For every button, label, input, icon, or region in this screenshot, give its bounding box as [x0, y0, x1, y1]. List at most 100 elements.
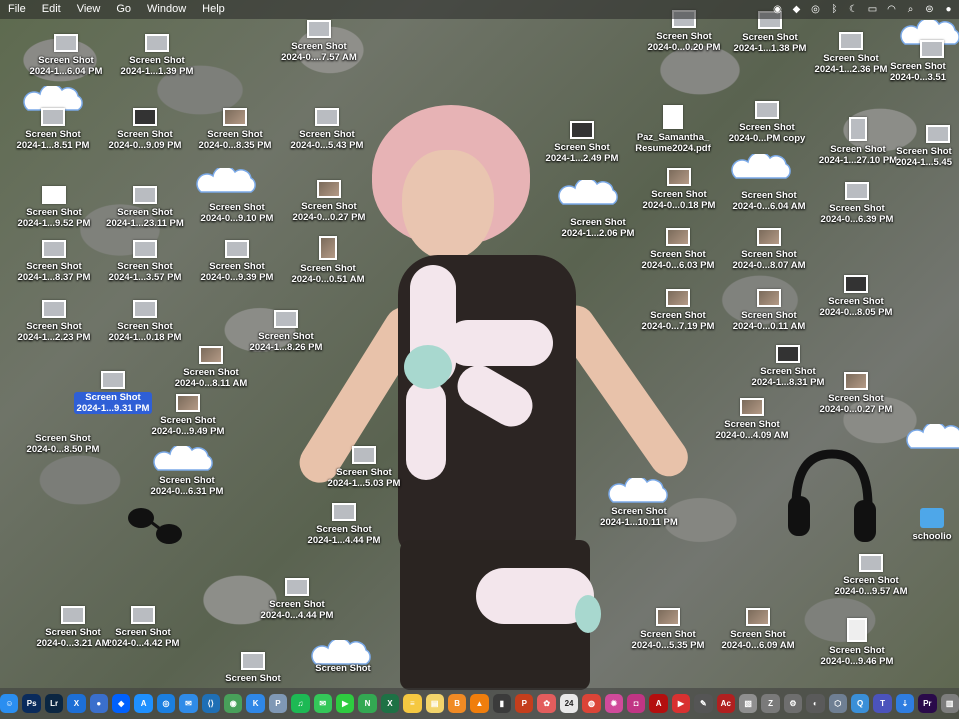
desktop-file[interactable]: Screen Shot 2024-0...8.35 PM [190, 108, 280, 151]
desktop-file[interactable]: Screen Shot 2024-0...8.11 AM [166, 346, 256, 389]
desktop-file[interactable]: Screen Shot 2024-1...8.37 PM [9, 240, 99, 283]
desktop-file[interactable]: Screen Shot 2024-1...2.36 PM [806, 32, 896, 75]
dock-app-preview[interactable]: P [268, 694, 288, 713]
focus-moon-icon[interactable]: ☾ [847, 3, 860, 16]
desktop-file[interactable]: Screen Shot 2024-0...3.21 AM [28, 606, 118, 649]
adobe-cc-icon[interactable]: ◉ [771, 3, 784, 16]
dock-app-pdf-reader[interactable]: ▶ [671, 694, 691, 713]
desktop-file-pdf[interactable]: Paz_Samantha_ Resume2024.pdf [628, 105, 718, 154]
dock-app-premiere-pro[interactable]: Pr [918, 694, 937, 713]
desktop-file[interactable]: Screen Shot 2024-0...9.46 PM [812, 618, 902, 667]
dock-app-system-preferences[interactable]: ⚙ [783, 694, 803, 713]
menu-help[interactable]: Help [194, 0, 233, 19]
dock-app-calendar[interactable]: 24 [559, 694, 579, 713]
menu-go[interactable]: Go [108, 0, 139, 19]
dock-app-script-editor[interactable]: ✎ [694, 694, 713, 713]
desktop-folder-schoolio[interactable]: schoolio [887, 508, 959, 542]
desktop-file[interactable]: Screen Shot 2024-0...6.39 PM [812, 182, 902, 225]
desktop-file[interactable]: Screen Shot 2024-0...9.57 AM [826, 554, 916, 597]
dock-app-photoshop[interactable]: Ps [22, 694, 41, 713]
desktop-file[interactable]: Screen Shot 2024-1...9.52 PM [9, 186, 99, 229]
desktop-file[interactable]: Screen Shot 2024-0...4.09 AM [707, 398, 797, 441]
dock-app-books[interactable]: B [447, 694, 467, 713]
dock-app-chrome-canary[interactable]: ● [89, 694, 109, 713]
desktop-file[interactable]: Screen Shot 2024-0...8.05 PM [811, 275, 901, 318]
dock-app-excel[interactable]: X [380, 694, 400, 713]
dock-app-acrobat-distiller[interactable]: Ac [716, 694, 735, 713]
desktop-file[interactable]: Screen Shot 2024-0...5.43 PM [282, 108, 372, 151]
dock-app-numbers[interactable]: N [358, 694, 377, 713]
dock-app-powerpoint[interactable]: P [515, 694, 534, 713]
desktop-file[interactable]: Screen Shot 2024-0...7.19 PM [633, 289, 723, 332]
dock-app-finder[interactable]: ☺ [0, 694, 19, 713]
spotlight-icon[interactable]: ⌕ [904, 3, 917, 16]
desktop-file[interactable]: Screen Shot 2024-0...9.39 PM [192, 240, 282, 283]
desktop-file[interactable]: Screen Shot 2024-1...5.45 [896, 125, 959, 168]
dock-app-vlc[interactable]: ▲ [470, 694, 489, 713]
dock-app-trash-preview[interactable]: ▧ [738, 694, 758, 713]
control-center-icon[interactable]: ⊜ [923, 3, 936, 16]
desktop-file[interactable]: Screen Shot 2024-1...6.04 PM [21, 34, 111, 77]
dock-app-downloads-stack[interactable]: ⇣ [895, 694, 915, 713]
dock-app-stickies[interactable]: ▤ [425, 694, 444, 713]
desktop-file[interactable]: Screen Shot 2024-0...9.49 PM [143, 394, 233, 437]
desktop-file[interactable]: Screen Shot 2024-1...4.44 PM [299, 503, 389, 546]
dock-app-notes[interactable]: ≡ [403, 694, 422, 713]
dock-app-maps[interactable]: ◉ [224, 694, 243, 713]
menu-view[interactable]: View [69, 0, 109, 19]
desktop-file[interactable]: Screen Shot [298, 660, 388, 674]
dock-app-facetime[interactable]: ▶ [335, 694, 355, 713]
battery-icon[interactable]: ▭ [866, 3, 879, 16]
desktop-file[interactable]: Screen Shot 2024-0...0.18 PM [634, 168, 724, 211]
desktop-file[interactable]: Screen Shot 2024-0...0.27 PM [811, 372, 901, 415]
desktop-file[interactable]: Screen Shot 2024-1...23.11 PM [100, 186, 190, 229]
dock-app-keynote[interactable]: K [246, 694, 265, 713]
desktop-file[interactable]: Screen Shot 2024-0...9.10 PM [192, 199, 282, 224]
dock-app-instagram[interactable]: ◘ [627, 694, 646, 713]
dock-app-mail[interactable]: ✉ [179, 694, 198, 713]
desktop-file[interactable]: Screen Shot 2024-1...5.03 PM [319, 446, 409, 489]
dropbox-icon[interactable]: ◆ [790, 3, 803, 16]
desktop-file[interactable]: Screen Shot 2024-1...10.11 PM [594, 503, 684, 528]
menu-window[interactable]: Window [139, 0, 194, 19]
dock-app-trash[interactable]: ▥ [940, 694, 959, 713]
dock-app-app-store[interactable]: A [134, 694, 153, 713]
menu-edit[interactable]: Edit [34, 0, 69, 19]
desktop-file[interactable]: Screen Shot 2024-0....7.57 AM [274, 20, 364, 63]
desktop-file[interactable]: Screen Shot 2024-0...0.27 PM [284, 180, 374, 223]
dock-app-lightroom[interactable]: Lr [44, 694, 64, 713]
desktop-file[interactable]: Screen Shot 2024-1...27.10 PM [813, 117, 903, 166]
dock-app-pinwheel[interactable]: ✹ [604, 694, 624, 713]
desktop-file[interactable]: Screen Shot 2024-0...0.11 AM [724, 289, 814, 332]
dock-app-photos[interactable]: ✿ [537, 694, 556, 713]
dock-app-xcode[interactable]: X [67, 694, 86, 713]
desktop-file[interactable]: Screen Shot 2024-0...8.07 AM [724, 228, 814, 271]
desktop-file[interactable]: Screen Shot 2024-1...2.06 PM [553, 214, 643, 239]
desktop-file[interactable]: Screen Shot 2024-1...2.49 PM [537, 121, 627, 164]
dock-app-chrome[interactable]: ◍ [582, 694, 601, 713]
dock-app-messages[interactable]: ✉ [313, 694, 332, 713]
dock-app-vscode[interactable]: ⟨⟩ [201, 694, 220, 713]
desktop-file[interactable]: Screen Shot 2024-0...5.35 PM [623, 608, 713, 651]
desktop-file[interactable]: Screen Shot 2024-1...8.51 PM [8, 108, 98, 151]
dock-app-spotify[interactable]: ♫ [291, 694, 310, 713]
desktop-file[interactable]: Screen Shot 2024-0...8.50 PM [18, 430, 108, 455]
vpn-icon[interactable]: ◎ [809, 3, 822, 16]
desktop-file[interactable]: Screen Shot [208, 652, 298, 684]
desktop-file[interactable]: Screen Shot 2024-0...3.51 [890, 40, 959, 83]
desktop-file[interactable]: Screen Shot 2024-1...1.39 PM [112, 34, 202, 77]
bluetooth-icon[interactable]: ᛒ [828, 3, 841, 16]
desktop-file[interactable]: Screen Shot 2024-0...9.09 PM [100, 108, 190, 151]
wifi-icon[interactable]: ◠ [885, 3, 898, 16]
dock-app-digital-color-meter[interactable]: ◐ [806, 694, 825, 713]
dock-app-quicktime[interactable]: Q [850, 694, 870, 713]
desktop-file[interactable]: Screen Shot 2024-0...6.31 PM [142, 472, 232, 497]
desktop-file[interactable]: Screen Shot 2024-1...3.57 PM [100, 240, 190, 283]
desktop-file[interactable]: Screen Shot 2024-0...4.44 PM [252, 578, 342, 621]
desktop-file[interactable]: Screen Shot 2024-0...6.09 AM [713, 608, 803, 651]
dock-app-disk-utility[interactable]: ⬡ [828, 694, 847, 713]
siri-icon[interactable]: ● [942, 3, 955, 16]
desktop-file[interactable]: Screen Shot 2024-1...0.18 PM [100, 300, 190, 343]
dock-app-acrobat[interactable]: A [649, 694, 668, 713]
menu-file[interactable]: File [0, 0, 34, 19]
